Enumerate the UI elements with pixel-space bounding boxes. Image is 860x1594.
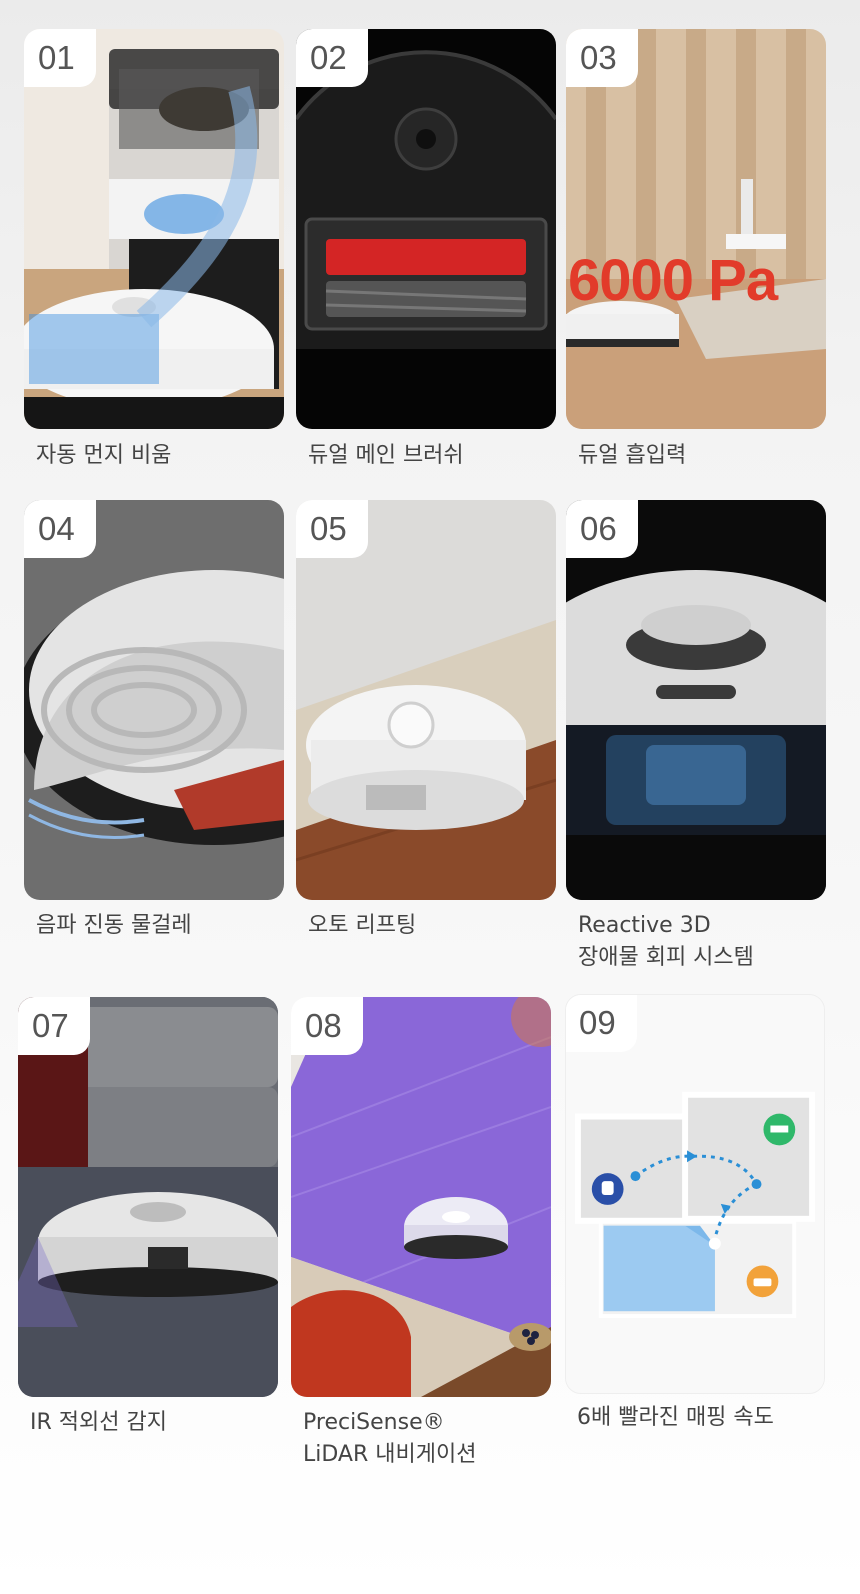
feature-caption-05: 오토 리프팅 [308, 913, 417, 938]
feature-number: 06 [566, 500, 638, 558]
feature-number: 02 [296, 29, 368, 87]
feature-card-03: 6000 Pa 03 [566, 29, 826, 429]
feature-caption-07: IR 적외선 감지 [30, 1410, 167, 1435]
suction-overlay-text: 6000 Pa [568, 248, 778, 313]
feature-card-06: 06 [566, 500, 826, 900]
feature-number: 08 [291, 997, 363, 1055]
feature-number: 07 [18, 997, 90, 1055]
feature-card-01: 01 [24, 29, 284, 429]
feature-number: 03 [566, 29, 638, 87]
feature-number: 04 [24, 500, 96, 558]
feature-card-08: 08 [291, 997, 551, 1397]
feature-caption-09: 6배 빨라진 매핑 속도 [577, 1405, 774, 1430]
feature-card-09: 09 [565, 994, 825, 1394]
sonic-mop-image [24, 500, 284, 900]
auto-empty-dock-image [24, 29, 284, 429]
feature-caption-08: PreciSense® LiDAR 내비게이션 [303, 1410, 477, 1467]
infrared-image [18, 997, 278, 1397]
feature-caption-03: 듀얼 흡입력 [578, 443, 687, 468]
feature-card-05: 05 [296, 500, 556, 900]
suction-image [566, 29, 826, 429]
feature-number: 05 [296, 500, 368, 558]
feature-number: 01 [24, 29, 96, 87]
dual-brush-image [296, 29, 556, 429]
obstacle-avoidance-image [566, 500, 826, 900]
feature-caption-01: 자동 먼지 비움 [36, 443, 172, 468]
feature-caption-06: Reactive 3D 장애물 회피 시스템 [578, 913, 754, 970]
feature-card-04: 04 [24, 500, 284, 900]
feature-card-02: 02 [296, 29, 556, 429]
feature-caption-02: 듀얼 메인 브러쉬 [308, 443, 464, 468]
lidar-image [291, 997, 551, 1397]
feature-card-07: 07 [18, 997, 278, 1397]
feature-number: 09 [566, 995, 637, 1052]
feature-caption-04: 음파 진동 물걸레 [36, 913, 192, 938]
auto-lift-image [296, 500, 556, 900]
mapping-image [566, 995, 824, 1393]
